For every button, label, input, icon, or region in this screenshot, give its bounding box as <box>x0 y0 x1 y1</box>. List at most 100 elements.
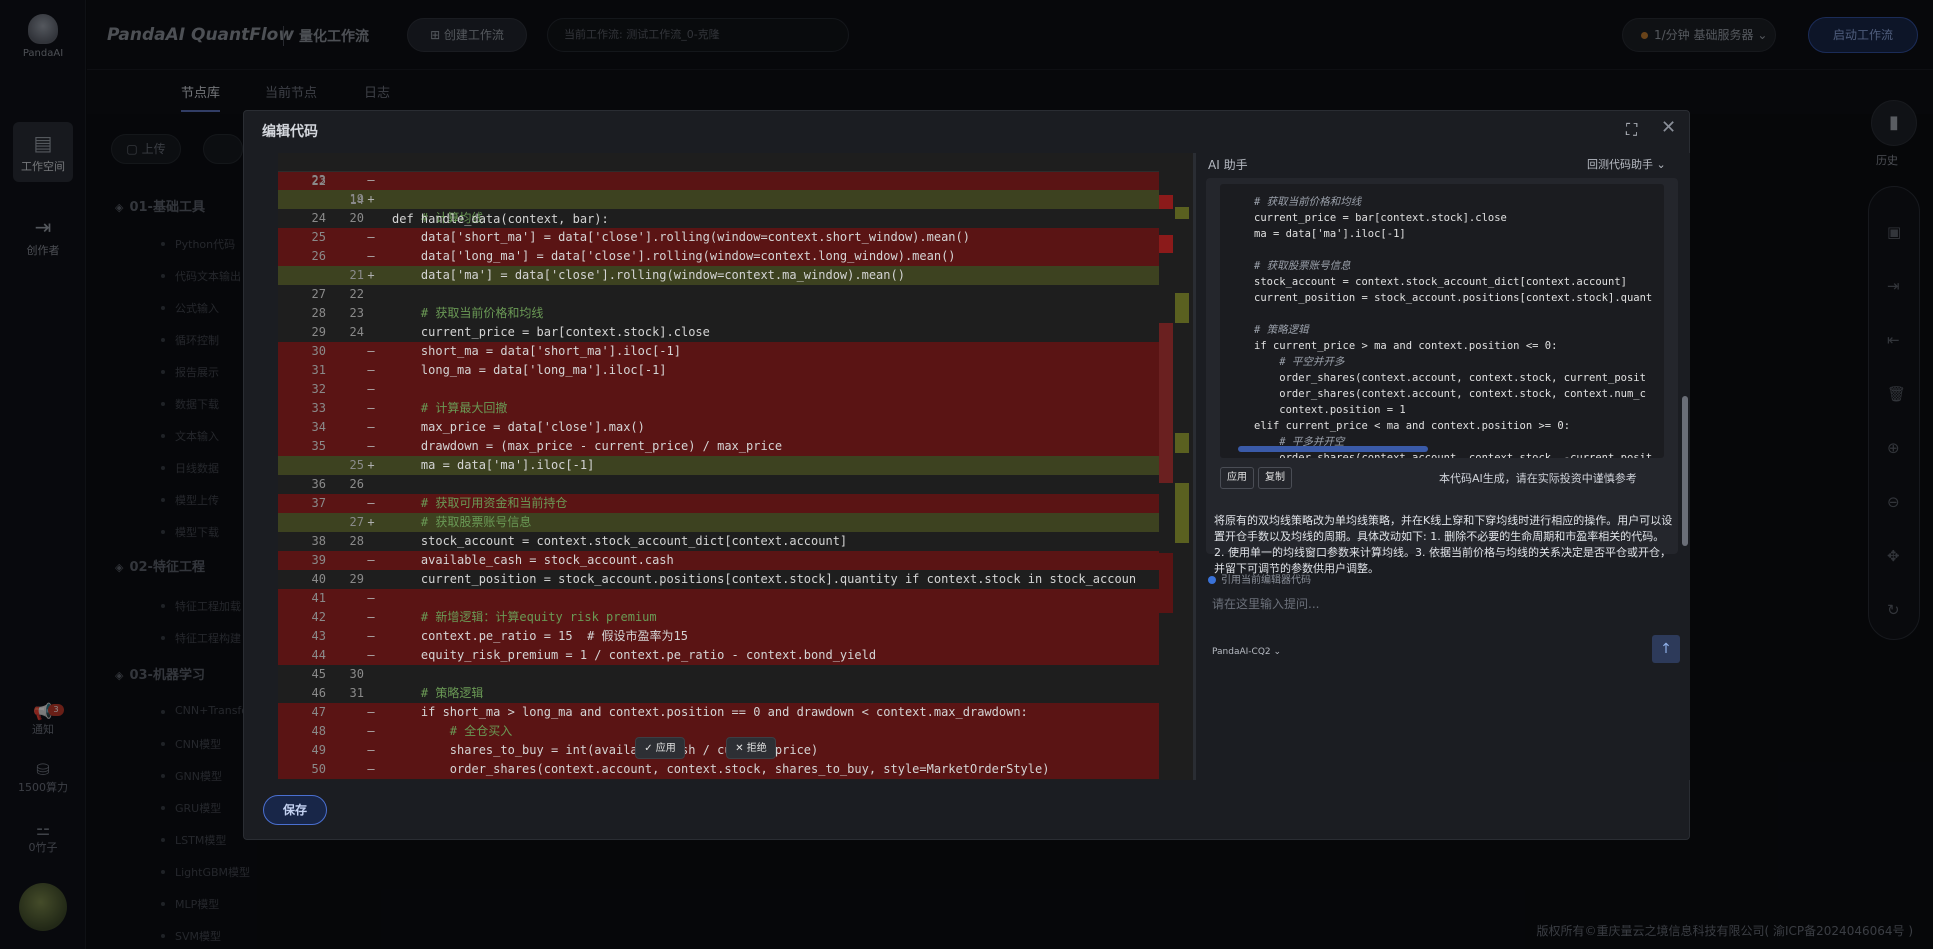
line-number-old: 35 <box>311 439 326 453</box>
ai-vscroll[interactable] <box>1682 178 1688 554</box>
code-hscroll[interactable] <box>1238 446 1648 452</box>
save-button[interactable]: 保存 <box>263 795 327 825</box>
model-select[interactable]: PandaAI-CQ2 ⌄ <box>1212 647 1281 657</box>
edit-code-dialog: 编辑代码 ⛶ ✕ 23–19+2420 # 计算均线25– data['shor… <box>243 110 1690 840</box>
line-number-old: 31 <box>311 363 326 377</box>
line-code: data['ma'] = data['close'].rolling(windo… <box>392 268 905 282</box>
line-number-old: 42 <box>311 610 326 624</box>
code-line: 37 – # 获取可用资金和当前持仓 <box>278 494 1193 513</box>
ai-code-line: current_price = bar[context.stock].close <box>1254 212 1507 224</box>
minimap-mark <box>1175 293 1189 323</box>
ai-message: 将原有的双均线策略改为单均线策略，并在K线上穿和下穿均线时进行相应的操作。用户可… <box>1214 514 1673 575</box>
diff-marker: – <box>367 629 375 643</box>
line-number-old: 50 <box>311 762 326 776</box>
send-button[interactable]: ↑ <box>1652 635 1680 663</box>
line-number-new: 27 <box>349 515 364 529</box>
line-number-new: 30 <box>349 667 364 681</box>
line-number-old: 45 <box>311 667 326 681</box>
line-number-old: 49 <box>311 743 326 757</box>
ai-code-line: ma = data['ma'].iloc[-1] <box>1254 228 1406 240</box>
minimap-mark <box>1175 207 1189 219</box>
code-line: 40 29 current_position = stock_account.po… <box>278 570 1193 589</box>
line-number-old: 36 <box>311 477 326 491</box>
code-line: 35 – drawdown = (max_price - current_pric… <box>278 437 1193 456</box>
diff-marker: – <box>367 762 375 776</box>
ai-code-line: stock_account = context.stock_account_di… <box>1254 276 1627 288</box>
code-line: 30 – short_ma = data['short_ma'].iloc[-1] <box>278 342 1193 361</box>
line-number-old: 30 <box>311 344 326 358</box>
dialog-title: 编辑代码 <box>262 124 318 140</box>
code-line: 34 – max_price = data['close'].max() <box>278 418 1193 437</box>
diff-marker: – <box>367 230 375 244</box>
minimap-mark <box>1175 433 1189 453</box>
code-line: 32 – <box>278 380 1193 399</box>
line-code: current_price = bar[context.stock].close <box>392 325 710 339</box>
line-number-old: 39 <box>311 553 326 567</box>
line-code: def handle_data(context, bar): <box>392 212 609 226</box>
line-code: data['long_ma'] = data['close'].rolling(… <box>392 249 956 263</box>
code-line: 23– <box>278 171 1193 190</box>
line-code: # 新增逻辑：计算equity risk premium <box>392 610 657 624</box>
diff-marker: – <box>367 743 375 757</box>
line-number-old: 26 <box>311 249 326 263</box>
code-line: 28 23 # 获取当前价格和均线 <box>278 304 1193 323</box>
diff-marker: + <box>367 192 375 206</box>
code-line: 39 – available_cash = stock_account.cash <box>278 551 1193 570</box>
ai-question-input[interactable]: 请在这里输入提问... <box>1212 595 1319 612</box>
line-code: # 策略逻辑 <box>392 686 484 700</box>
diff-marker: + <box>367 458 375 472</box>
line-code: equity_risk_premium = 1 / context.pe_rat… <box>392 648 877 662</box>
code-line: 36 26 <box>278 475 1193 494</box>
vscroll-thumb[interactable] <box>1682 396 1688 546</box>
code-line: 19 + <box>278 190 1193 209</box>
code-line: 42 – # 新增逻辑：计算equity risk premium <box>278 608 1193 627</box>
code-line: 33 – # 计算最大回撤 <box>278 399 1193 418</box>
line-number-old: 41 <box>311 591 326 605</box>
diff-marker: – <box>367 173 375 187</box>
ai-code-line: order_shares(context.account, context.st… <box>1254 388 1646 400</box>
editor-minimap[interactable] <box>1159 153 1193 780</box>
diff-marker: – <box>367 249 375 263</box>
diff-marker: – <box>367 363 375 377</box>
fullscreen-icon[interactable]: ⛶ <box>1626 120 1637 140</box>
code-line: 29 24 current_price = bar[context.stock].… <box>278 323 1193 342</box>
diff-marker: – <box>367 496 375 510</box>
diff-marker: – <box>367 344 375 358</box>
line-code: max_price = data['close'].max() <box>392 420 645 434</box>
close-icon[interactable]: ✕ <box>1661 117 1676 138</box>
diff-editor[interactable]: 23–19+2420 # 计算均线25– data['short_ma'] = … <box>278 153 1193 780</box>
hscroll-thumb[interactable] <box>1238 446 1428 452</box>
line-number-old: 44 <box>311 648 326 662</box>
code-line: 25 + ma = data['ma'].iloc[-1] <box>278 456 1193 475</box>
line-code: drawdown = (max_price - current_price) /… <box>392 439 783 453</box>
ai-title: AI 助手 <box>1208 158 1248 172</box>
ai-assistant-panel: AI 助手 回测代码助手 ⌄ # 获取当前价格和均线 current_price … <box>1193 153 1690 780</box>
code-line: 27 22 <box>278 285 1193 304</box>
ai-copy-button[interactable]: 复制 <box>1258 467 1292 489</box>
line-number-new: 23 <box>349 306 364 320</box>
code-line: 46 31 # 策略逻辑 <box>278 684 1193 703</box>
line-code: # 计算最大回撤 <box>392 401 508 415</box>
line-number-old: 46 <box>311 686 326 700</box>
inline-apply-button[interactable]: ✓ 应用 <box>635 737 685 759</box>
line-number-new: 29 <box>349 572 364 586</box>
code-line: 27 + # 获取股票账号信息 <box>278 513 1193 532</box>
code-line: 26 – data['long_ma'] = data['close'].roll… <box>278 247 1193 266</box>
line-code: # 获取股票账号信息 <box>392 515 532 529</box>
ai-code-line: current_position = stock_account.positio… <box>1254 292 1653 304</box>
line-number-new: 21 <box>349 268 364 282</box>
ai-code-line: elif current_price < ma and context.posi… <box>1254 420 1571 432</box>
line-number-old: 38 <box>311 534 326 548</box>
inline-reject-button[interactable]: ✕ 拒绝 <box>726 737 776 759</box>
diff-marker: – <box>367 610 375 624</box>
diff-marker: – <box>367 439 375 453</box>
line-number-new: 25 <box>349 458 364 472</box>
line-code: ma = data['ma'].iloc[-1] <box>392 458 595 472</box>
line-number-new: 26 <box>349 477 364 491</box>
cite-editor-toggle[interactable]: 引用当前编辑器代码 <box>1208 571 1311 586</box>
code-line: 25– data['short_ma'] = data['close'].rol… <box>278 228 1193 247</box>
diff-marker: – <box>367 591 375 605</box>
ai-mode-select[interactable]: 回测代码助手 ⌄ <box>1587 156 1666 172</box>
ai-apply-button[interactable]: 应用 <box>1220 467 1254 489</box>
app-root: PandaAI ▤ 工作空间 ⇥ 创作者 📢 通知 3 ⛁ 1500算力 ⚍ 0… <box>0 0 1933 949</box>
